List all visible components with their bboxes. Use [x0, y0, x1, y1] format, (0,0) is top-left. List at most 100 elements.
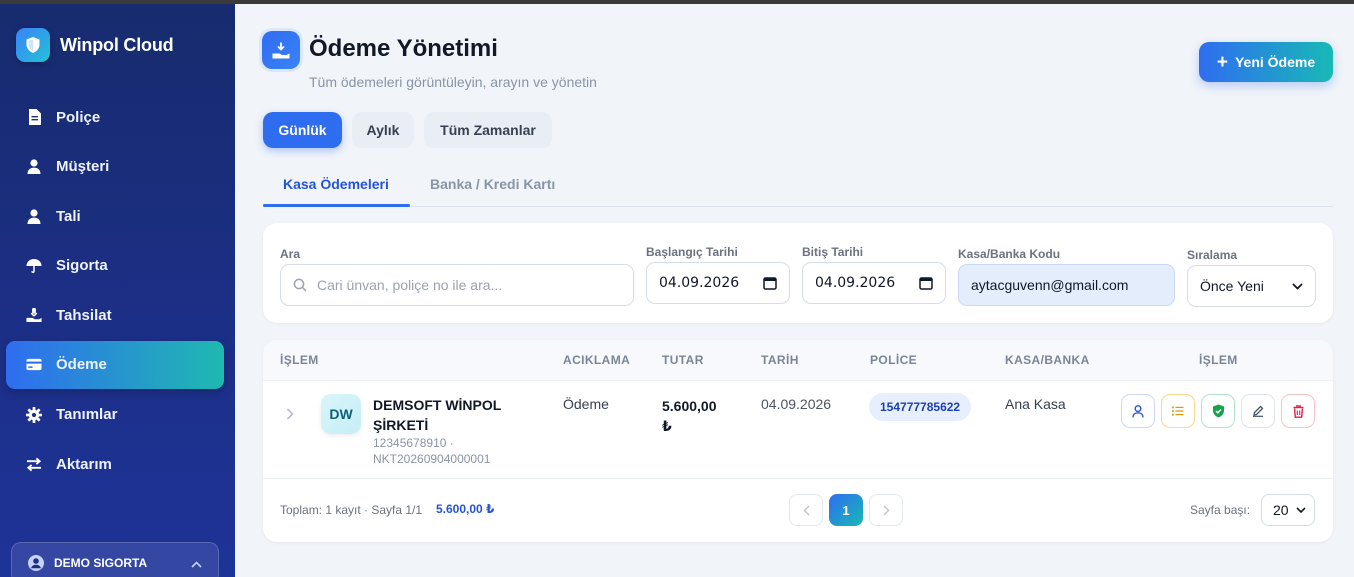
list-icon: [1172, 406, 1184, 416]
shield-logo-icon: [16, 28, 50, 62]
chevron-right-icon[interactable]: [286, 407, 294, 425]
police-badge[interactable]: 154777785622: [869, 393, 972, 421]
document-icon: [26, 109, 42, 125]
hand-coin-icon: [26, 307, 42, 323]
chevron-up-icon: [191, 557, 202, 571]
column-header: POLİCE: [870, 353, 918, 367]
tab-cash-payments[interactable]: Kasa Ödemeleri: [283, 176, 389, 192]
plus-icon: +: [1216, 51, 1228, 73]
search-icon: [293, 278, 307, 292]
per-page-select[interactable]: 20: [1261, 494, 1315, 526]
column-header: KASA/BANKA: [1005, 353, 1090, 367]
user-icon: [1132, 404, 1144, 418]
end-date-value: 04.09.2026: [815, 275, 896, 291]
sidebar-item-label: Müşteri: [56, 158, 110, 176]
amount-value: 5.600,00: [662, 398, 717, 414]
search-label: Ara: [280, 247, 301, 261]
period-monthly-button[interactable]: Aylık: [352, 112, 414, 148]
new-payment-button[interactable]: + Yeni Ödeme: [1199, 42, 1333, 82]
sidebar-item-police[interactable]: Poliçe: [6, 93, 224, 141]
user-name: DEMO SIGORTA: [54, 556, 148, 570]
umbrella-icon: [26, 258, 42, 274]
sidebar-item-aktarim[interactable]: Aktarım: [6, 440, 224, 488]
search-input[interactable]: Cari ünvan, poliçe no ile ara...: [280, 264, 634, 306]
filter-panel: Ara Cari ünvan, poliçe no ile ara... Baş…: [263, 223, 1333, 323]
column-header: İŞLEM: [280, 353, 319, 367]
cash-bank-code-value: aytacguvenn@gmail.com: [971, 277, 1129, 293]
trash-icon: [1293, 404, 1304, 418]
user-icon: [26, 208, 42, 224]
cash-bank-code-label: Kasa/Banka Kodu: [958, 247, 1061, 261]
cash-bank-code-input[interactable]: aytacguvenn@gmail.com: [958, 264, 1175, 306]
sidebar-item-label: Tahsilat: [56, 306, 112, 324]
sidebar-item-tanimlar[interactable]: Tanımlar: [6, 391, 224, 439]
payments-table: İŞLEM ACIKLAMA TUTAR TARİH POLİCE KASA/B…: [263, 340, 1333, 542]
total-amount: 5.600,00 ₺: [436, 502, 495, 516]
details-list-button[interactable]: [1161, 394, 1195, 428]
sidebar-item-label: Tanımlar: [56, 406, 118, 424]
sidebar-nav: Poliçe Müşteri Tali Sigorta Tahsilat Öde…: [6, 93, 224, 490]
new-payment-label: Yeni Ödeme: [1234, 54, 1316, 70]
column-header: TARİH: [761, 353, 799, 367]
start-date-field[interactable]: 04.09.2026: [646, 262, 790, 304]
tab-bank-credit-card[interactable]: Banka / Kredi Kartı: [430, 176, 555, 192]
column-header: ACIKLAMA: [563, 353, 631, 367]
sort-select[interactable]: Önce Yeni: [1187, 265, 1316, 307]
user-menu[interactable]: DEMO SIGORTA: [11, 542, 219, 577]
user-icon: [26, 159, 42, 175]
table-header: İŞLEM ACIKLAMA TUTAR TARİH POLİCE KASA/B…: [263, 340, 1333, 381]
delete-button[interactable]: [1281, 394, 1315, 428]
user-avatar-icon: [28, 555, 44, 571]
start-date-value: 04.09.2026: [659, 275, 740, 291]
amount-currency: ₺: [662, 418, 672, 434]
app-name: Winpol Cloud: [60, 34, 174, 55]
main-content: Ödeme Yönetimi Tüm ödemeleri görüntüleyi…: [235, 4, 1354, 577]
period-daily-button[interactable]: Günlük: [263, 112, 342, 148]
chevron-right-icon: [882, 504, 890, 516]
column-header: TUTAR: [662, 353, 704, 367]
window-top-border: [0, 0, 1354, 4]
active-tab-indicator: [263, 204, 410, 207]
per-page-value: 20: [1273, 502, 1289, 518]
customer-avatar: DW: [321, 394, 361, 434]
sidebar-item-odeme[interactable]: Ödeme: [6, 340, 224, 389]
verify-shield-button[interactable]: [1201, 394, 1235, 428]
view-customer-button[interactable]: [1121, 394, 1155, 428]
customer-name: DEMSOFT WİNPOL ŞİRKETİ: [373, 397, 502, 433]
brand[interactable]: Winpol Cloud: [16, 28, 174, 62]
transfer-icon: [26, 456, 42, 472]
pagination-summary: Toplam: 1 kayıt · Sayfa 1/1: [280, 503, 423, 517]
sidebar-item-label: Poliçe: [56, 108, 101, 126]
sidebar-item-tahsilat[interactable]: Tahsilat: [6, 291, 224, 339]
calendar-icon: [919, 276, 933, 290]
chevron-down-icon: [1292, 282, 1303, 290]
sidebar-item-tali[interactable]: Tali: [6, 192, 224, 240]
next-page-button[interactable]: [869, 494, 903, 526]
table-row[interactable]: DW DEMSOFT WİNPOL ŞİRKETİ 12345678910 · …: [263, 381, 1333, 479]
sidebar-item-label: Ödeme: [56, 356, 107, 374]
transaction-code: NKT20260904000001: [373, 452, 491, 466]
sidebar-item-sigorta[interactable]: Sigorta: [6, 242, 224, 290]
sidebar-item-musteri[interactable]: Müşteri: [6, 143, 224, 191]
page-subtitle: Tüm ödemeleri görüntüleyin, arayın ve yö…: [309, 74, 597, 90]
cash-bank-cell: Ana Kasa: [1005, 396, 1066, 412]
calendar-icon: [763, 276, 777, 290]
payment-tabs: Kasa Ödemeleri Banka / Kredi Kartı: [263, 169, 1333, 207]
sort-value: Önce Yeni: [1200, 278, 1264, 294]
prev-page-button[interactable]: [789, 494, 823, 526]
description-cell: Ödeme: [563, 396, 609, 412]
customer-id: 12345678910 ·: [373, 436, 454, 450]
sidebar: Winpol Cloud Poliçe Müşteri Tali Sigorta…: [0, 4, 235, 577]
payment-hand-icon: [262, 31, 300, 69]
chevron-left-icon: [802, 504, 810, 516]
edit-button[interactable]: [1241, 394, 1275, 428]
sort-label: Sıralama: [1187, 248, 1238, 262]
page-button-current[interactable]: 1: [829, 494, 863, 526]
pencil-icon: [1252, 405, 1264, 417]
page-title: Ödeme Yönetimi: [309, 35, 498, 62]
period-all-time-button[interactable]: Tüm Zamanlar: [424, 112, 552, 148]
end-date-field[interactable]: 04.09.2026: [802, 262, 946, 304]
per-page-label: Sayfa başı:: [1190, 503, 1251, 517]
column-header: İŞLEM: [1199, 353, 1238, 367]
customer-meta: 12345678910 · NKT20260904000001: [373, 435, 490, 467]
